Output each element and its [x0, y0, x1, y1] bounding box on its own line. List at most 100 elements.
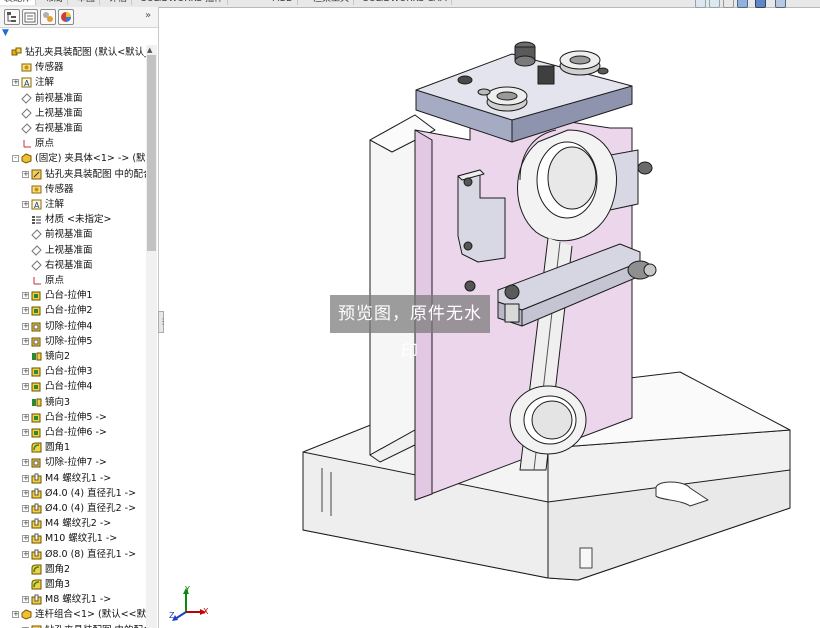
cut-extrude-icon [31, 336, 42, 347]
graphics-area[interactable] [164, 0, 820, 628]
display-manager-tab-icon[interactable] [58, 9, 74, 25]
tree-item[interactable]: + 切除-拉伸7 -> [0, 455, 146, 470]
configuration-manager-tab-icon[interactable] [40, 9, 56, 25]
tree-item[interactable]: 上视基准面 [0, 243, 146, 258]
hole-icon [31, 503, 42, 514]
watermark-banner: 预览图，原件无水印 [330, 295, 490, 362]
tree-item[interactable]: + A 注解 [0, 75, 146, 90]
tree-item[interactable]: + 凸台-拉伸5 -> [0, 410, 146, 425]
command-tab[interactable]: 草图 [73, 0, 101, 5]
tree-item-label: 镜向3 [45, 396, 71, 408]
plane-icon [31, 244, 42, 256]
tree-item-label: 钻孔夹具装配图 中的配合 [45, 168, 146, 180]
tree-item[interactable]: 圆角3 [0, 577, 146, 592]
tree-item[interactable]: 钻孔夹具装配图 (默认<默认_显示 [0, 45, 146, 60]
tree-item[interactable]: + 凸台-拉伸2 [0, 303, 146, 318]
tree-item[interactable]: + 切除-拉伸4 [0, 319, 146, 334]
tree-item[interactable]: 镜向2 [0, 349, 146, 364]
tree-item[interactable]: 上视基准面 [0, 106, 146, 121]
expand-icon[interactable]: + [22, 322, 29, 330]
plane-icon [21, 108, 32, 119]
tree-item[interactable]: 材质 <未指定> [0, 212, 146, 227]
expand-icon[interactable]: + [22, 489, 29, 497]
tree-item[interactable]: 镜向3 [0, 395, 146, 410]
tree-item[interactable]: + 凸台-拉伸3 [0, 364, 146, 379]
tree-item[interactable]: +钻孔夹具装配图 中的配合 [0, 623, 146, 628]
tree-item-label: M4 螺纹孔1 -> [45, 472, 112, 484]
tree-item[interactable]: + M10 螺纹孔1 -> [0, 531, 146, 546]
tree-item[interactable]: + 凸台-拉伸6 -> [0, 425, 146, 440]
expand-icon[interactable]: + [22, 368, 29, 376]
expand-icon[interactable]: + [22, 535, 29, 543]
feature-filter[interactable]: ▼ [0, 28, 158, 39]
section-view-icon[interactable] [737, 0, 748, 8]
tree-item[interactable]: + 凸台-拉伸4 [0, 379, 146, 394]
tree-item[interactable]: 原点 [0, 136, 146, 151]
expand-icon[interactable]: + [12, 79, 19, 87]
expand-icon[interactable]: + [22, 459, 29, 467]
tree-item[interactable]: 原点 [0, 273, 146, 288]
expand-icon[interactable]: + [22, 505, 29, 512]
display-style-icon[interactable] [775, 0, 786, 8]
triad-y-label: Y [185, 585, 190, 594]
feature-tree-tab-icon[interactable] [4, 9, 20, 25]
expand-icon[interactable]: + [22, 413, 29, 421]
expand-icon[interactable]: + [22, 596, 29, 604]
tree-item-label: 钻孔夹具装配图 (默认<默认_显示 [25, 47, 146, 58]
property-manager-tab-icon[interactable] [22, 9, 38, 25]
tree-item[interactable]: + M4 螺纹孔2 -> [0, 516, 146, 531]
assembly-icon [11, 47, 22, 58]
tree-item[interactable]: 前视基准面 [0, 91, 146, 106]
collapse-pane-button[interactable]: » [145, 10, 151, 21]
scroll-up-icon[interactable]: ▲ [147, 46, 152, 54]
expand-icon[interactable]: + [22, 474, 29, 482]
expand-icon[interactable]: + [22, 201, 29, 208]
command-tab[interactable]: 评估 [105, 0, 133, 5]
boss-extrude-icon [31, 381, 42, 392]
expand-icon[interactable]: + [22, 520, 29, 528]
expand-icon[interactable]: + [22, 429, 29, 436]
expand-icon[interactable]: + [22, 383, 29, 391]
tree-item[interactable]: + Ø4.0 (4) 直径孔2 -> [0, 501, 146, 516]
expand-icon[interactable]: + [12, 611, 19, 619]
tree-item[interactable]: + M4 螺纹孔1 -> [0, 471, 146, 486]
expand-icon[interactable]: + [22, 550, 29, 558]
tree-item[interactable]: 传感器 [0, 60, 146, 75]
tree-item[interactable]: 传感器 [0, 182, 146, 197]
filter-icon[interactable]: ▼ [2, 28, 9, 38]
tree-item[interactable]: + 连杆组合<1> (默认<<默认>_ [0, 607, 146, 622]
tree-item-label: Ø4.0 (4) 直径孔1 -> [45, 487, 137, 499]
command-tab[interactable]: 布局 [41, 0, 69, 5]
expand-icon[interactable]: + [22, 170, 29, 178]
zoom-to-fit-icon[interactable] [695, 0, 706, 8]
tree-item[interactable]: + Ø4.0 (4) 直径孔1 -> [0, 486, 146, 501]
tree-item-label: 凸台-拉伸6 -> [45, 427, 107, 438]
previous-view-icon[interactable] [723, 0, 734, 8]
tree-item[interactable]: - (固定) 夹具体<1> -> (默认< [0, 151, 146, 166]
tree-item-label: 注解 [45, 199, 65, 210]
tree-item[interactable]: 圆角1 [0, 440, 146, 455]
tree-item-label: 注解 [35, 77, 55, 89]
expand-icon[interactable]: + [22, 292, 29, 300]
zoom-area-icon[interactable] [709, 0, 720, 8]
tree-item[interactable]: 右视基准面 [0, 121, 146, 136]
tree-item[interactable]: 右视基准面 [0, 258, 146, 273]
tree-item[interactable]: + 凸台-拉伸1 [0, 288, 146, 303]
plane-icon [31, 260, 42, 271]
tree-item[interactable]: + 钻孔夹具装配图 中的配合 [0, 167, 146, 182]
tree-item[interactable]: + Ø8.0 (8) 直径孔1 -> [0, 547, 146, 562]
tree-item[interactable]: 圆角2 [0, 562, 146, 577]
collapse-icon[interactable]: - [12, 155, 19, 163]
tree-item-label: Ø8.0 (8) 直径孔1 -> [45, 548, 137, 560]
tree-item[interactable]: + M8 螺纹孔1 -> [0, 592, 146, 607]
tree-item[interactable]: 前视基准面 [0, 227, 146, 242]
scrollbar-thumb[interactable] [147, 55, 156, 251]
command-tab[interactable]: 装配体 [0, 0, 37, 5]
tree-item[interactable]: + 切除-拉伸5 [0, 334, 146, 349]
tree-item[interactable]: + A 注解 [0, 197, 146, 212]
expand-icon[interactable]: + [22, 307, 29, 315]
feature-tree-scrollbar[interactable]: ▲ [146, 45, 157, 628]
expand-icon[interactable]: + [22, 337, 29, 345]
view-orientation-icon[interactable] [755, 0, 766, 8]
tree-item-label: 切除-拉伸5 [45, 335, 93, 347]
